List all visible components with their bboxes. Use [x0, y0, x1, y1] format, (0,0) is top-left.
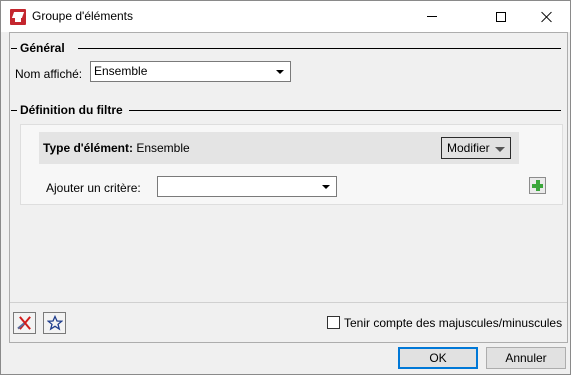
window-title: Groupe d'éléments [32, 9, 134, 23]
main-panel: Général Nom affiché: Ensemble Définition… [9, 32, 568, 343]
delete-filter-button[interactable] [13, 312, 36, 334]
cancel-button[interactable]: Annuler [486, 347, 566, 369]
modify-button[interactable]: Modifier [441, 137, 511, 159]
case-sensitive-label: Tenir compte des majuscules/minuscules [344, 316, 563, 330]
filter-area: Type d'élément: Ensemble Modifier Ajoute… [20, 124, 563, 205]
app-icon [10, 9, 26, 25]
element-type-value: Ensemble [136, 141, 190, 155]
element-type-label: Type d'élément: [43, 141, 133, 155]
chevron-down-icon [276, 70, 284, 74]
maximize-icon [496, 11, 506, 22]
display-name-dropdown[interactable]: Ensemble [90, 61, 291, 82]
add-criterion-button[interactable] [529, 177, 546, 194]
general-section-title: Général [20, 41, 65, 55]
chevron-down-icon [495, 147, 505, 152]
minimize-button[interactable] [409, 1, 455, 32]
close-button[interactable] [524, 1, 570, 32]
case-sensitive-checkbox[interactable] [327, 316, 340, 329]
section-divider [129, 110, 561, 111]
maximize-button[interactable] [478, 1, 524, 32]
divider [10, 302, 567, 303]
chevron-down-icon [322, 185, 330, 189]
section-divider [78, 48, 561, 49]
modify-button-label: Modifier [447, 141, 490, 155]
add-criterion-dropdown[interactable] [157, 176, 337, 197]
star-icon [47, 315, 63, 331]
section-divider [11, 110, 17, 111]
close-icon [541, 11, 553, 23]
section-divider [11, 48, 17, 49]
dialog-window: Groupe d'éléments Général Nom affiché: E… [0, 0, 571, 375]
element-type-box: Type d'élément: Ensemble Modifier [39, 132, 519, 164]
minimize-icon [427, 16, 437, 17]
display-name-value: Ensemble [94, 64, 148, 78]
ok-button[interactable]: OK [398, 347, 478, 369]
plus-icon-bar [532, 184, 543, 188]
add-criterion-label: Ajouter un critère: [46, 181, 141, 195]
element-type-text: Type d'élément: Ensemble [43, 141, 190, 155]
title-bar: Groupe d'éléments [1, 1, 570, 32]
filter-section-title: Définition du filtre [20, 103, 123, 117]
favorite-button[interactable] [43, 312, 66, 334]
display-name-label: Nom affiché: [15, 67, 83, 81]
